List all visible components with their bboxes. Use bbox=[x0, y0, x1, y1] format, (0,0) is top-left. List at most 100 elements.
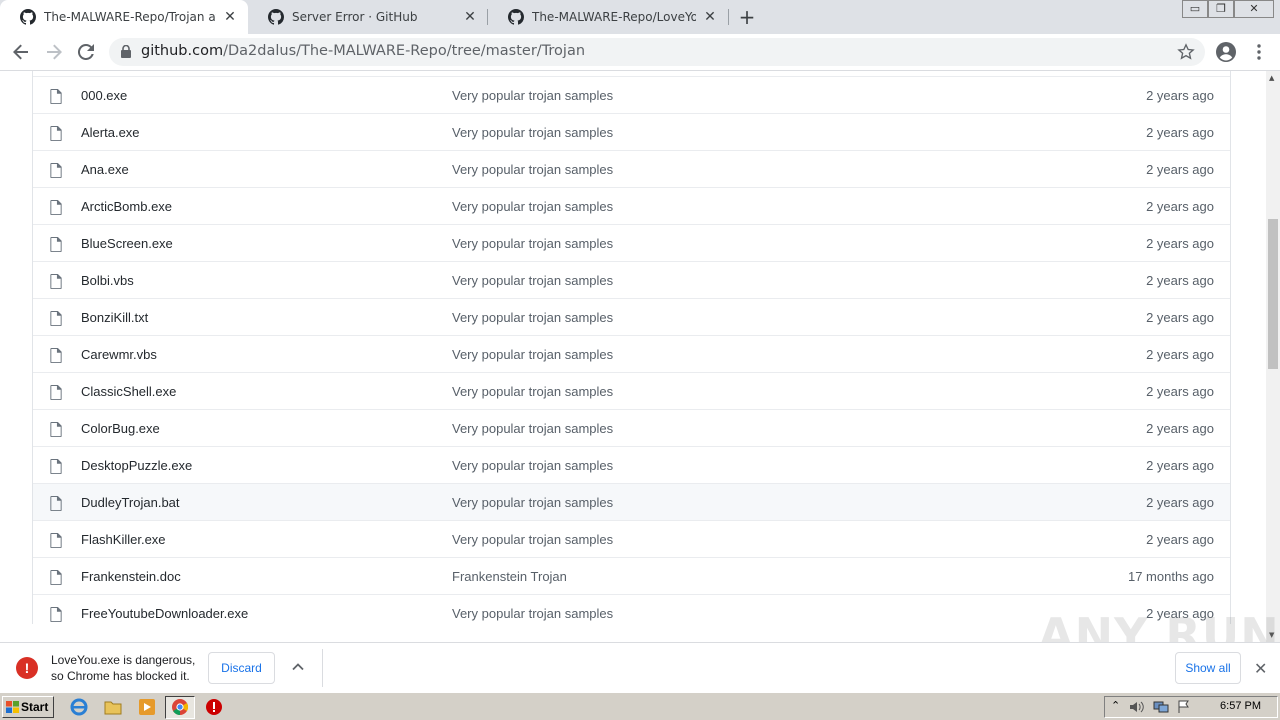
file-name[interactable]: FlashKiller.exe bbox=[81, 532, 166, 547]
stop-icon[interactable] bbox=[205, 698, 223, 716]
download-warning-line1: LoveYou.exe is dangerous, bbox=[51, 653, 196, 667]
table-row[interactable]: BonziKill.txt Very popular trojan samples… bbox=[33, 298, 1230, 335]
forward-button[interactable] bbox=[42, 40, 66, 64]
download-divider bbox=[322, 649, 323, 687]
folder-icon[interactable] bbox=[104, 698, 122, 716]
chevron-up-icon[interactable] bbox=[290, 659, 306, 675]
windows-taskbar: Start ⌃ 6:57 PM bbox=[0, 692, 1280, 720]
file-name[interactable]: ArcticBomb.exe bbox=[81, 199, 172, 214]
table-row[interactable]: DudleyTrojan.bat Very popular trojan samp… bbox=[33, 483, 1230, 520]
file-name[interactable]: Alerta.exe bbox=[81, 125, 140, 140]
commit-message[interactable]: Very popular trojan samples bbox=[452, 458, 613, 473]
tab-title: The-MALWARE-Repo/Trojan at mast bbox=[44, 10, 216, 24]
scroll-up-icon[interactable]: ▲ bbox=[1269, 74, 1274, 82]
tab-trojan-folder[interactable]: The-MALWARE-Repo/Trojan at mast ✕ bbox=[0, 0, 248, 34]
table-row[interactable]: 000.exe Very popular trojan samples 2 year… bbox=[33, 76, 1230, 113]
start-label: Start bbox=[21, 700, 49, 714]
tab-server-error[interactable]: Server Error · GitHub ✕ bbox=[248, 0, 488, 34]
minimize-button[interactable]: ▭ bbox=[1182, 0, 1208, 18]
table-row[interactable]: FlashKiller.exe Very popular trojan sampl… bbox=[33, 520, 1230, 557]
file-name[interactable]: BlueScreen.exe bbox=[81, 236, 173, 251]
table-row[interactable]: Carewmr.vbs Very popular trojan samples 2 … bbox=[33, 335, 1230, 372]
file-name[interactable]: Carewmr.vbs bbox=[81, 347, 157, 362]
file-icon bbox=[50, 89, 62, 104]
close-tab-icon[interactable]: ✕ bbox=[702, 9, 718, 25]
table-row[interactable]: Ana.exe Very popular trojan samples 2 year… bbox=[33, 150, 1230, 187]
reload-button[interactable] bbox=[74, 40, 98, 64]
file-list: 000.exe Very popular trojan samples 2 year… bbox=[32, 71, 1231, 624]
address-bar[interactable]: github.com/Da2dalus/The-MALWARE-Repo/tre… bbox=[109, 38, 1205, 66]
tab-title: Server Error · GitHub bbox=[292, 10, 418, 24]
commit-message[interactable]: Very popular trojan samples bbox=[452, 162, 613, 177]
danger-icon: ! bbox=[16, 657, 38, 679]
commit-message[interactable]: Very popular trojan samples bbox=[452, 88, 613, 103]
volume-icon[interactable] bbox=[1129, 700, 1145, 714]
commit-message[interactable]: Very popular trojan samples bbox=[452, 125, 613, 140]
file-icon bbox=[50, 496, 62, 511]
file-name[interactable]: DesktopPuzzle.exe bbox=[81, 458, 192, 473]
commit-age: 17 months ago bbox=[1127, 569, 1214, 584]
menu-button[interactable] bbox=[1247, 40, 1271, 64]
table-row[interactable]: Bolbi.vbs Very popular trojan samples 2 ye… bbox=[33, 261, 1230, 298]
close-tab-icon[interactable]: ✕ bbox=[462, 9, 478, 25]
account-icon bbox=[1216, 42, 1236, 62]
show-all-button[interactable]: Show all bbox=[1175, 652, 1241, 684]
show-hidden-icons-icon[interactable]: ⌃ bbox=[1111, 699, 1120, 712]
table-row[interactable]: DesktopPuzzle.exe Very popular trojan sam… bbox=[33, 446, 1230, 483]
profile-button[interactable] bbox=[1214, 40, 1238, 64]
internet-explorer-icon[interactable] bbox=[70, 698, 88, 716]
commit-message[interactable]: Very popular trojan samples bbox=[452, 606, 613, 621]
close-window-button[interactable]: ✕ bbox=[1234, 0, 1274, 18]
file-name[interactable]: ColorBug.exe bbox=[81, 421, 160, 436]
more-vert-icon bbox=[1257, 44, 1261, 60]
commit-message[interactable]: Very popular trojan samples bbox=[452, 347, 613, 362]
commit-message[interactable]: Very popular trojan samples bbox=[452, 495, 613, 510]
file-name[interactable]: FreeYoutubeDownloader.exe bbox=[81, 606, 248, 621]
commit-message[interactable]: Very popular trojan samples bbox=[452, 532, 613, 547]
commit-message[interactable]: Very popular trojan samples bbox=[452, 199, 613, 214]
commit-message[interactable]: Very popular trojan samples bbox=[452, 273, 613, 288]
file-name[interactable]: ClassicShell.exe bbox=[81, 384, 176, 399]
reload-icon bbox=[78, 44, 94, 60]
commit-message[interactable]: Very popular trojan samples bbox=[452, 421, 613, 436]
back-button[interactable] bbox=[9, 40, 33, 64]
discard-button[interactable]: Discard bbox=[208, 652, 275, 684]
file-name[interactable]: Ana.exe bbox=[81, 162, 129, 177]
table-row[interactable]: BlueScreen.exe Very popular trojan sample… bbox=[33, 224, 1230, 261]
url-text: github.com/Da2dalus/The-MALWARE-Repo/tre… bbox=[141, 43, 585, 59]
commit-age: 2 years ago bbox=[1146, 495, 1214, 510]
network-icon[interactable] bbox=[1153, 700, 1169, 714]
commit-message[interactable]: Very popular trojan samples bbox=[452, 384, 613, 399]
file-icon bbox=[50, 459, 62, 474]
restore-button[interactable]: ❐ bbox=[1208, 0, 1234, 18]
table-row[interactable]: ArcticBomb.exe Very popular trojan sample… bbox=[33, 187, 1230, 224]
flag-icon[interactable] bbox=[1177, 700, 1191, 714]
table-row[interactable]: ColorBug.exe Very popular trojan samples 2… bbox=[33, 409, 1230, 446]
file-name[interactable]: 000.exe bbox=[81, 88, 127, 103]
table-row[interactable]: Alerta.exe Very popular trojan samples 2 y… bbox=[33, 113, 1230, 150]
start-button[interactable]: Start bbox=[2, 696, 54, 718]
commit-age: 2 years ago bbox=[1146, 125, 1214, 140]
table-row[interactable]: ClassicShell.exe Very popular trojan samp… bbox=[33, 372, 1230, 409]
close-download-bar-icon[interactable]: ✕ bbox=[1254, 659, 1267, 678]
table-row[interactable]: Frankenstein.doc Frankenstein Trojan 17 mo… bbox=[33, 557, 1230, 594]
commit-age: 2 years ago bbox=[1146, 273, 1214, 288]
media-player-icon[interactable] bbox=[138, 698, 156, 716]
new-tab-button[interactable]: + bbox=[737, 7, 757, 27]
chrome-icon[interactable] bbox=[171, 698, 189, 716]
file-name[interactable]: Frankenstein.doc bbox=[81, 569, 181, 584]
commit-message[interactable]: Frankenstein Trojan bbox=[452, 569, 567, 584]
close-tab-icon[interactable]: ✕ bbox=[222, 9, 238, 25]
file-name[interactable]: DudleyTrojan.bat bbox=[81, 495, 180, 510]
scrollbar-thumb[interactable] bbox=[1268, 219, 1278, 369]
browser-toolbar: github.com/Da2dalus/The-MALWARE-Repo/tre… bbox=[0, 34, 1280, 71]
page-scrollbar[interactable]: ▲ ▼ bbox=[1266, 71, 1280, 642]
tab-loveyou[interactable]: The-MALWARE-Repo/LoveYou.exe a ✕ bbox=[488, 0, 728, 34]
file-name[interactable]: Bolbi.vbs bbox=[81, 273, 134, 288]
commit-message[interactable]: Very popular trojan samples bbox=[452, 310, 613, 325]
file-name[interactable]: BonziKill.txt bbox=[81, 310, 148, 325]
commit-message[interactable]: Very popular trojan samples bbox=[452, 236, 613, 251]
download-warning-text: LoveYou.exe is dangerous, so Chrome has … bbox=[51, 652, 195, 684]
star-icon[interactable] bbox=[1177, 43, 1195, 61]
file-icon bbox=[50, 607, 62, 622]
